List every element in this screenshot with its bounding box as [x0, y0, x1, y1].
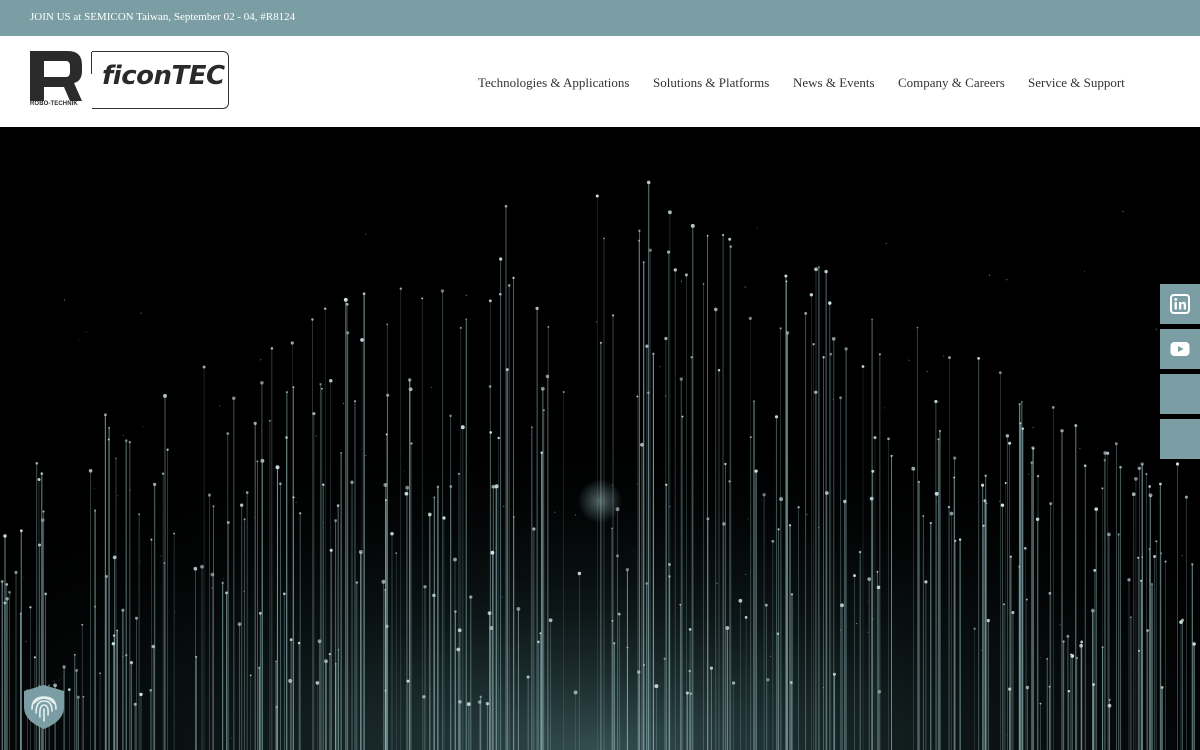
privacy-settings-button[interactable] — [20, 683, 68, 731]
social-button-4[interactable] — [1160, 419, 1200, 459]
fingerprint-shield-icon — [24, 685, 64, 729]
logo-wordmark: ficonTEC — [102, 61, 225, 91]
nav-item-solutions[interactable]: Solutions & Platforms — [653, 75, 769, 91]
announcement-link[interactable]: JOIN US at SEMICON Taiwan, September 02 … — [30, 11, 295, 23]
site-header: ROBO-TECHNIK ficonTEC Technologies & App… — [0, 36, 1200, 127]
logo[interactable]: ROBO-TECHNIK ficonTEC — [30, 51, 230, 111]
hero-banner — [0, 127, 1200, 750]
youtube-button[interactable] — [1160, 329, 1200, 369]
nav-item-service[interactable]: Service & Support — [1028, 75, 1125, 91]
youtube-icon — [1170, 342, 1190, 356]
social-sidebar — [1160, 284, 1200, 464]
logo-subtitle: ROBO-TECHNIK — [30, 101, 78, 107]
linkedin-icon — [1170, 294, 1190, 314]
announcement-bar: JOIN US at SEMICON Taiwan, September 02 … — [0, 0, 1200, 36]
nav-item-technologies[interactable]: Technologies & Applications — [478, 75, 629, 91]
nav-item-news[interactable]: News & Events — [793, 75, 875, 91]
social-button-3[interactable] — [1160, 374, 1200, 414]
fiber-optic-background-image — [0, 127, 1200, 750]
linkedin-button[interactable] — [1160, 284, 1200, 324]
nav-item-company[interactable]: Company & Careers — [898, 75, 1005, 91]
